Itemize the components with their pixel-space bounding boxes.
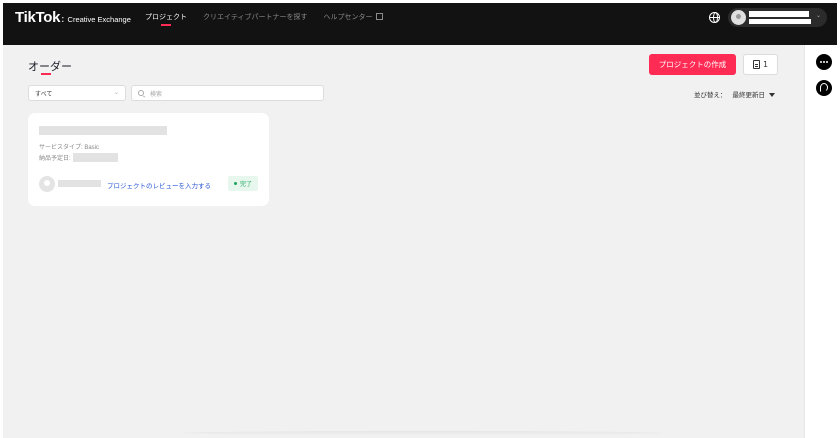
order-due-date: 納品予定日: <box>39 153 118 162</box>
logo-subtitle: Creative Exchange <box>67 15 131 24</box>
creator-avatar <box>39 176 55 192</box>
nav-item-find-partners[interactable]: クリエイティブパートナーを探す <box>203 12 307 22</box>
user-profile-menu[interactable]: ⌄ <box>728 8 827 27</box>
page-title: オーダー <box>28 61 72 73</box>
nav-item-projects[interactable]: プロジェクト <box>145 12 187 26</box>
redacted-creator-name <box>58 180 101 187</box>
support-icon[interactable] <box>816 80 832 96</box>
tiktok-logo[interactable]: TikTok : Creative Exchange <box>15 9 131 26</box>
status-badge: 完了 <box>228 176 258 191</box>
main-nav: プロジェクト クリエイティブパートナーを探す ヘルプセンター <box>145 12 399 26</box>
order-service-type: サービスタイプ: Basic <box>39 145 100 151</box>
avatar <box>731 10 746 25</box>
status-dot <box>233 182 237 185</box>
sort-value: 最終更新日 <box>732 92 766 99</box>
right-sidebar <box>804 45 837 438</box>
bottom-divider <box>183 431 663 435</box>
document-icon <box>752 60 760 69</box>
globe-icon[interactable] <box>709 12 720 23</box>
top-nav-bar: TikTok : Creative Exchange プロジェクト クリエイティ… <box>3 3 837 45</box>
main-content: オーダー プロジェクトの作成 1 すべて ⌄ 検索 並び替え： 最終更新日 サービ… <box>3 45 804 438</box>
sort-label: 並び替え： <box>694 92 727 99</box>
search-input[interactable]: 検索 <box>131 85 324 101</box>
title-underline <box>41 73 51 75</box>
logo-separator: : <box>61 14 65 25</box>
chevron-down-icon: ⌄ <box>816 12 822 19</box>
write-review-link[interactable]: プロジェクトのレビューを入力する <box>107 180 211 190</box>
nav-item-help-center[interactable]: ヘルプセンター <box>323 12 384 22</box>
status-filter-select[interactable]: すべて ⌄ <box>28 85 126 101</box>
documents-button[interactable]: 1 <box>743 54 778 75</box>
status-label: 完了 <box>239 182 252 188</box>
chevron-down-icon: ⌄ <box>113 90 119 96</box>
redacted-email <box>749 19 811 24</box>
search-icon <box>138 90 144 96</box>
sort-control[interactable]: 並び替え： 最終更新日 <box>694 89 775 99</box>
documents-count: 1 <box>762 60 769 69</box>
nav-item-help-label: ヘルプセンター <box>323 14 373 21</box>
status-filter-value: すべて <box>35 92 53 98</box>
create-project-button[interactable]: プロジェクトの作成 <box>649 54 736 75</box>
order-card[interactable]: サービスタイプ: Basic 納品予定日: プロジェクトのレビューを入力する 完… <box>28 113 269 206</box>
logo-wordmark: TikTok <box>15 9 61 26</box>
redacted-due-date <box>72 153 118 162</box>
external-link-icon <box>376 13 384 20</box>
caret-down-icon <box>769 93 775 97</box>
redacted-username <box>749 11 809 17</box>
due-date-label: 納品予定日: <box>39 156 71 162</box>
search-placeholder: 検索 <box>150 92 163 98</box>
chat-icon[interactable] <box>816 54 832 70</box>
redacted-order-title <box>39 126 167 135</box>
